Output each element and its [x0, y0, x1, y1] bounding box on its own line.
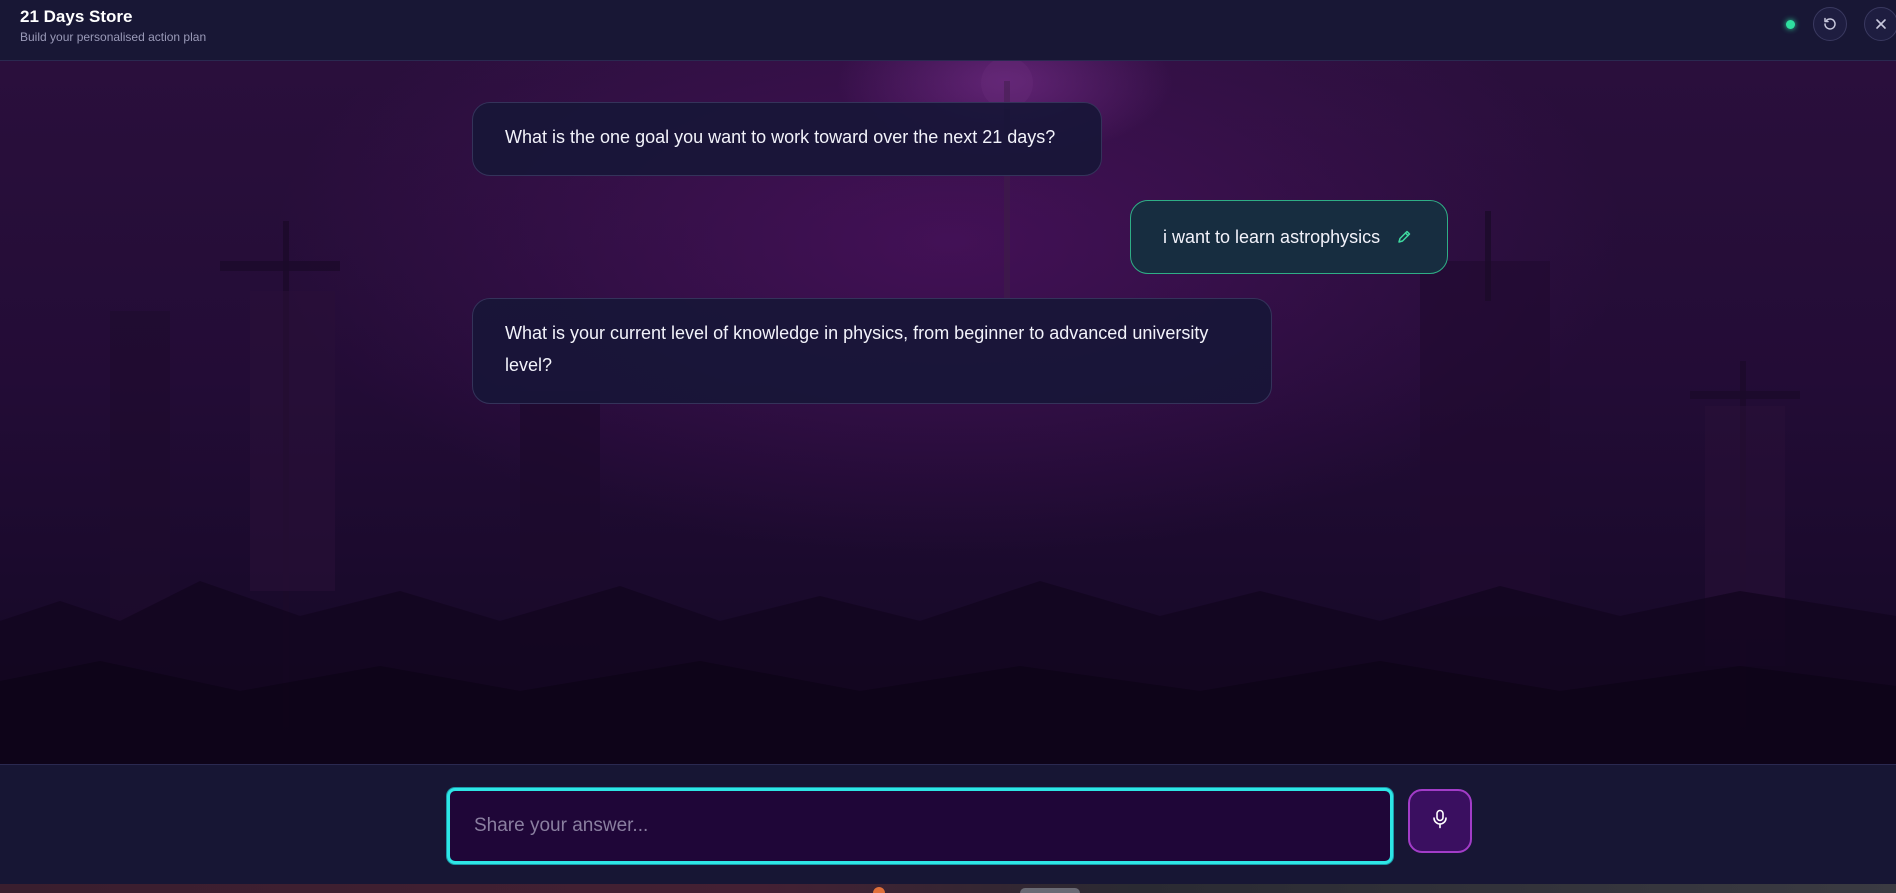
reset-button[interactable] — [1813, 7, 1847, 41]
taskbar-pill — [1020, 888, 1080, 893]
taskbar-app-icon — [873, 887, 885, 893]
app-subtitle: Build your personalised action plan — [20, 30, 207, 44]
app-title: 21 Days Store — [20, 7, 133, 26]
status-indicator — [1786, 20, 1795, 29]
composer-bar — [0, 764, 1896, 884]
close-button[interactable] — [1864, 7, 1896, 41]
assistant-message: What is your current level of knowledge … — [472, 298, 1272, 404]
answer-input[interactable] — [447, 788, 1393, 864]
app-window: 21 Days Store Build your personalised ac… — [0, 0, 1896, 893]
mic-button[interactable] — [1408, 789, 1472, 853]
assistant-message: What is the one goal you want to work to… — [472, 102, 1102, 176]
close-icon — [1874, 17, 1888, 31]
taskbar-strip — [0, 884, 1896, 893]
message-text: What is the one goal you want to work to… — [505, 127, 1056, 147]
message-text: What is your current level of knowledge … — [505, 323, 1209, 375]
microphone-icon — [1431, 809, 1449, 834]
pencil-icon[interactable] — [1396, 229, 1412, 245]
message-text: i want to learn astrophysics — [1163, 227, 1381, 247]
user-message: i want to learn astrophysics — [1130, 200, 1448, 274]
header-bar: 21 Days Store Build your personalised ac… — [0, 0, 1896, 61]
reset-icon — [1822, 16, 1838, 32]
